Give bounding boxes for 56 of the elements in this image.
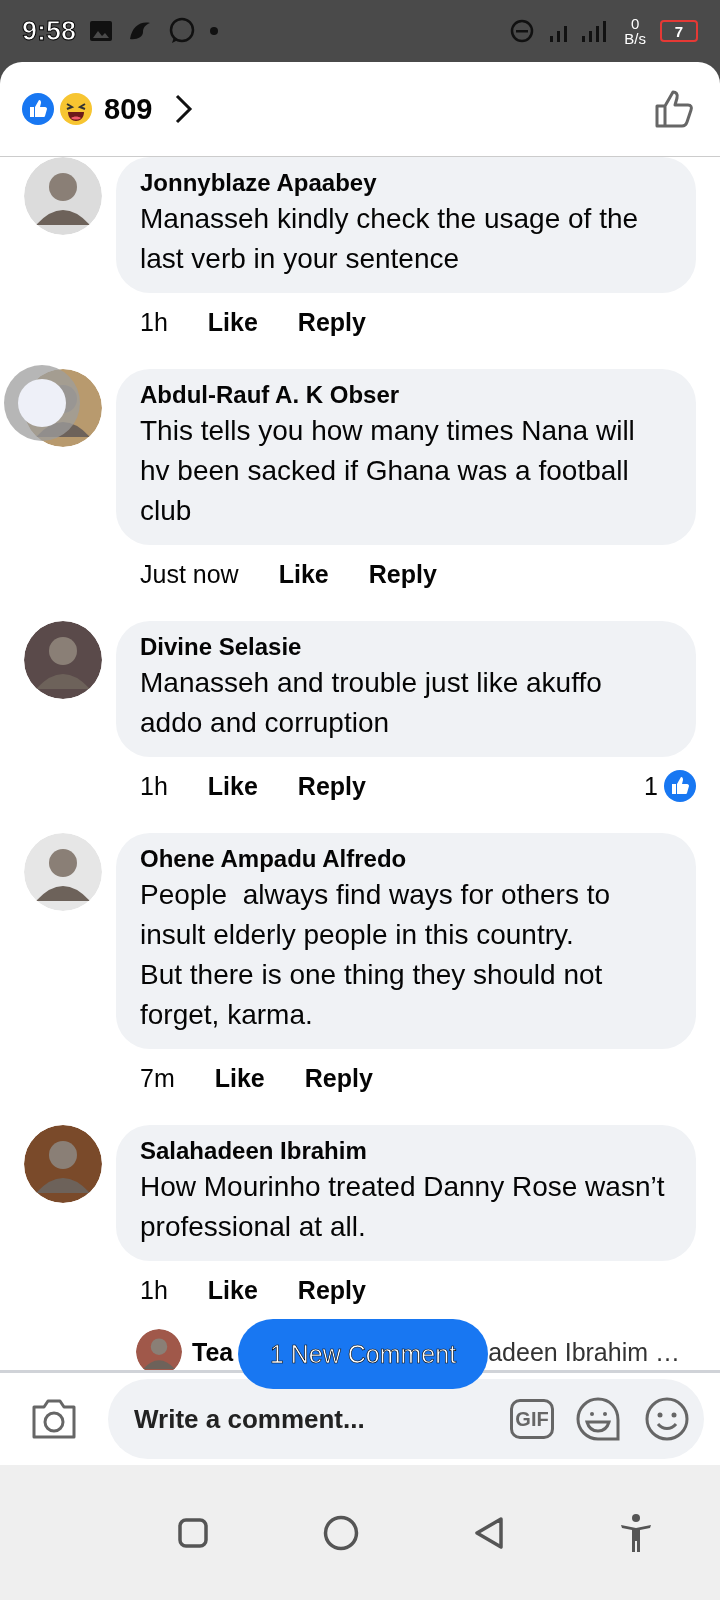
- camera-icon[interactable]: [30, 1397, 78, 1441]
- reaction-count[interactable]: 809: [104, 92, 153, 126]
- comment-text: How Mourinho treated Danny Rose wasn’t professional at all.: [140, 1170, 666, 1244]
- comment-text: This tells you how many times Nana will hv been sacked if Ghana was a football club: [140, 414, 636, 528]
- chat-icon: [168, 17, 197, 45]
- comment-text: People always find ways for others to insult elderly people in this country. But there is one thing they should not forget, karma.: [140, 878, 611, 1032]
- commenter-name[interactable]: Divine Selasie: [140, 631, 666, 663]
- commenter-name[interactable]: Salahadeen Ibrahim: [140, 1135, 666, 1167]
- avatar[interactable]: [24, 621, 102, 699]
- commenter-name[interactable]: Ohene Ampadu Alfredo: [140, 843, 666, 875]
- laughing-emoji-icon: [60, 93, 92, 125]
- reaction-count: 1: [644, 771, 658, 801]
- reply-link[interactable]: Reply: [297, 1275, 366, 1305]
- like-link[interactable]: Like: [207, 1275, 258, 1305]
- comment-field[interactable]: Write a comment... GIF: [108, 1379, 704, 1459]
- chevron-right-icon[interactable]: [174, 93, 195, 125]
- commenter-name[interactable]: Jonnyblaze Apaabey: [140, 167, 666, 199]
- reply-author[interactable]: Tea: [192, 1337, 234, 1367]
- comment-text: Manasseh and trouble just like akuffo addo and corruption: [140, 666, 603, 740]
- comment-time: 1h: [140, 1275, 168, 1305]
- comment-text: Manasseh kindly check the usage of the last verb in your sentence: [140, 202, 640, 276]
- accessibility-icon[interactable]: [619, 1512, 653, 1553]
- do-not-disturb-icon: [510, 19, 535, 43]
- like-reaction-icon: [664, 770, 696, 802]
- emoji-icon[interactable]: [644, 1396, 690, 1442]
- back-icon[interactable]: [473, 1514, 505, 1551]
- comment-time: 1h: [140, 771, 168, 801]
- thumbs-up-icon[interactable]: [654, 88, 696, 130]
- status-time: 9:58: [22, 15, 77, 47]
- gif-button[interactable]: GIF: [510, 1399, 554, 1439]
- home-icon[interactable]: [323, 1514, 359, 1551]
- gallery-icon: [90, 21, 113, 41]
- like-link[interactable]: Like: [278, 559, 329, 589]
- recent-apps-icon[interactable]: [177, 1516, 209, 1549]
- avatar[interactable]: [24, 1125, 102, 1203]
- reply-link[interactable]: Reply: [297, 771, 366, 801]
- comment-time: 1h: [140, 307, 168, 337]
- comment-time: Just now: [140, 559, 239, 589]
- avatar[interactable]: [24, 157, 102, 235]
- comment-time: 7m: [140, 1063, 175, 1093]
- like-link[interactable]: Like: [214, 1063, 265, 1093]
- reply-link[interactable]: Reply: [304, 1063, 373, 1093]
- like-reaction-icon: [22, 93, 54, 125]
- battery-level: 7: [660, 20, 698, 42]
- net-speed: 0: [631, 16, 640, 31]
- dot-icon: [210, 27, 219, 35]
- avatar[interactable]: [24, 833, 102, 911]
- reply-link[interactable]: Reply: [368, 559, 437, 589]
- reply-link[interactable]: Reply: [297, 307, 366, 337]
- net-speed-unit: B/s: [624, 31, 646, 46]
- sticker-icon[interactable]: [576, 1396, 622, 1442]
- commenter-name[interactable]: Abdul-Rauf A. K Obser: [140, 379, 666, 411]
- avatar[interactable]: [136, 1329, 182, 1370]
- reply-preview-text[interactable]: adeen Ibrahim …: [488, 1337, 680, 1367]
- like-link[interactable]: Like: [207, 307, 258, 337]
- like-link[interactable]: Like: [207, 771, 258, 801]
